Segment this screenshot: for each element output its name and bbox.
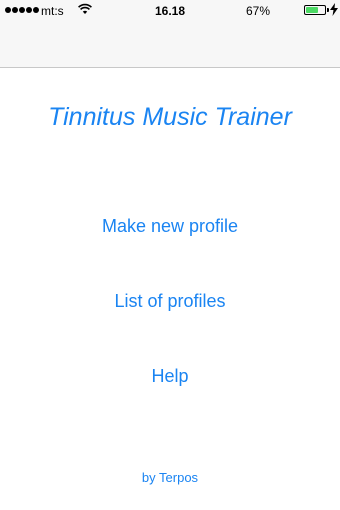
battery-percent: 67% — [245, 4, 270, 18]
screen: mt:s 16.18 67% Tinnitus Music Trainer Ma… — [0, 0, 340, 510]
status-bar: mt:s 16.18 67% — [0, 0, 340, 22]
battery-level-fill — [306, 7, 319, 13]
help-button[interactable]: Help — [0, 366, 340, 387]
battery-cap — [327, 8, 329, 12]
app-title: Tinnitus Music Trainer — [48, 103, 292, 131]
make-new-profile-button[interactable]: Make new profile — [0, 216, 340, 237]
credit-link[interactable]: by Terpos — [0, 470, 340, 485]
clock: 16.18 — [154, 4, 186, 18]
battery-icon — [304, 5, 326, 15]
charging-bolt-icon — [330, 3, 338, 16]
list-of-profiles-button[interactable]: List of profiles — [0, 291, 340, 312]
